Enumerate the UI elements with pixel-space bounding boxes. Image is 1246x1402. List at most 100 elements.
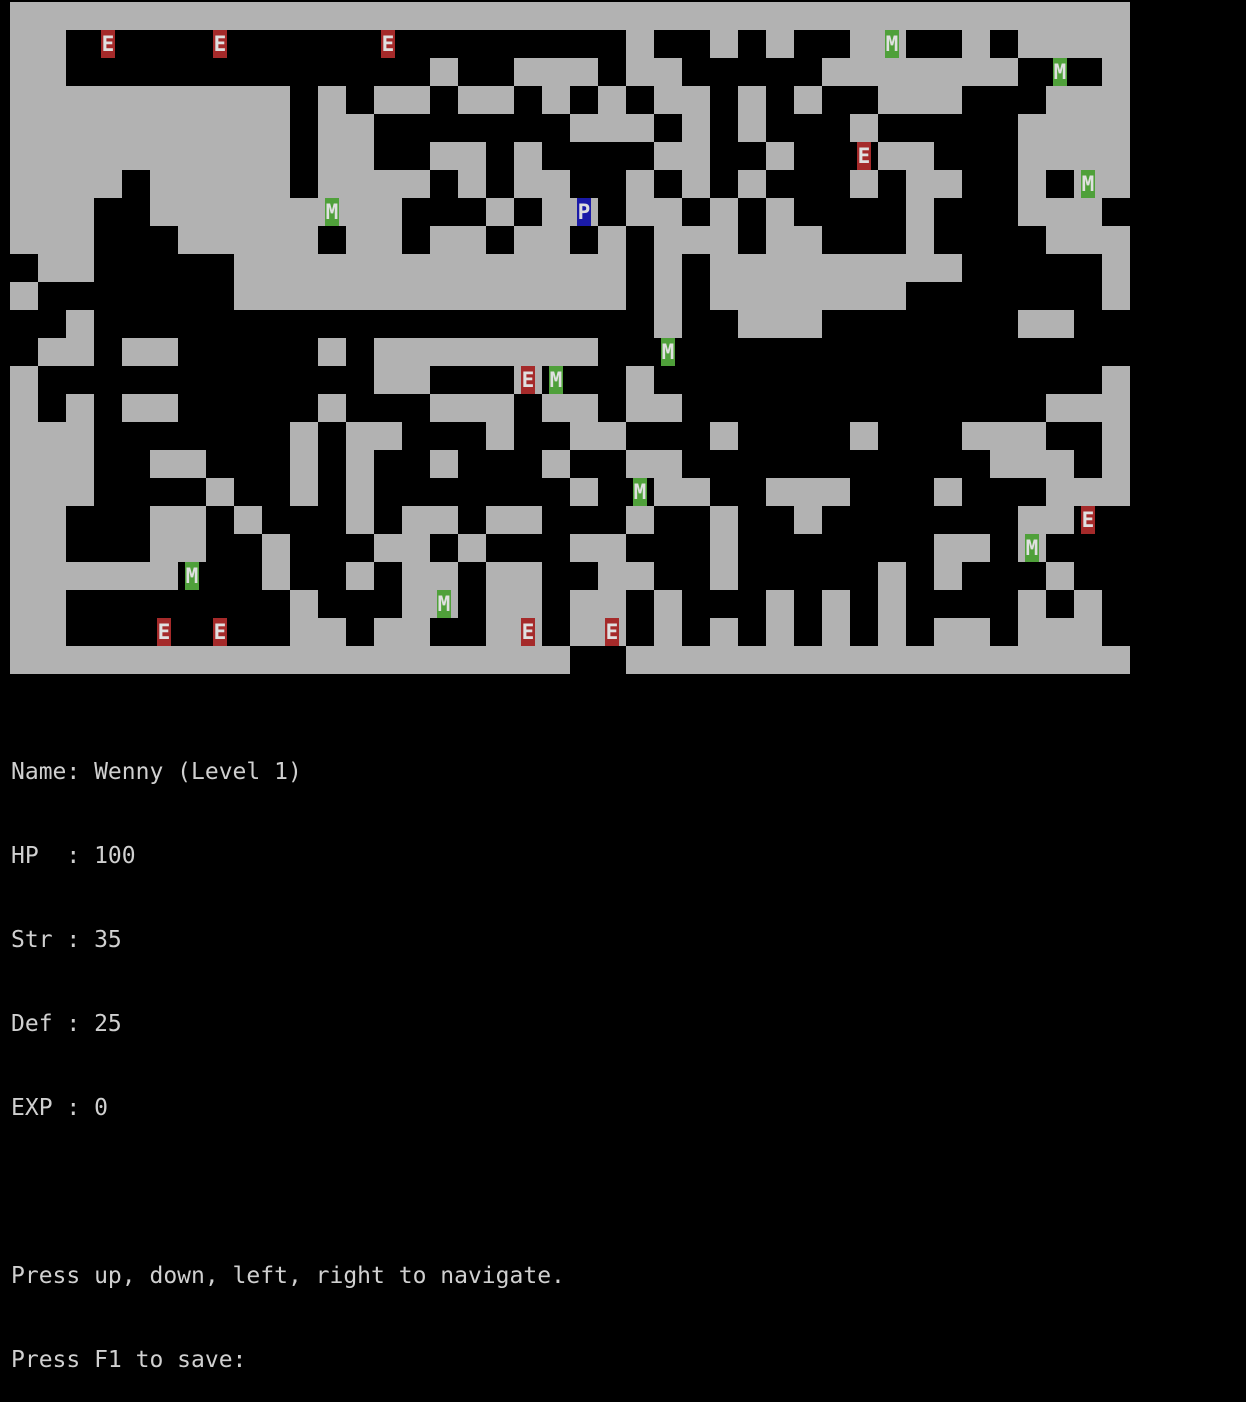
wall-tile — [10, 562, 38, 590]
wall-tile — [94, 562, 122, 590]
wall-tile — [234, 142, 262, 170]
wall-tile — [38, 170, 66, 198]
wall-tile — [906, 646, 934, 674]
wall-tile — [150, 506, 178, 534]
wall-tile — [1018, 618, 1046, 646]
wall-tile — [1046, 2, 1074, 30]
wall-tile — [878, 142, 906, 170]
wall-tile — [1046, 394, 1074, 422]
wall-tile — [934, 534, 962, 562]
wall-tile — [598, 282, 626, 310]
wall-tile — [598, 534, 626, 562]
wall-tile — [66, 2, 94, 30]
wall-tile — [906, 170, 934, 198]
wall-tile — [598, 254, 626, 282]
wall-tile — [542, 86, 570, 114]
wall-tile — [346, 142, 374, 170]
enemy-marker-glyph: E — [382, 32, 395, 56]
wall-tile — [94, 646, 122, 674]
wall-tile — [374, 86, 402, 114]
wall-tile — [178, 506, 206, 534]
wall-tile — [346, 450, 374, 478]
wall-tile — [570, 394, 598, 422]
enemy-marker-glyph: E — [1082, 508, 1095, 532]
wall-tile — [458, 646, 486, 674]
wall-tile — [710, 282, 738, 310]
wall-tile — [10, 58, 38, 86]
wall-tile — [542, 394, 570, 422]
wall-tile — [94, 170, 122, 198]
wall-tile — [710, 646, 738, 674]
wall-tile — [850, 170, 878, 198]
wall-tile — [38, 86, 66, 114]
wall-tile — [514, 58, 542, 86]
wall-tile — [38, 142, 66, 170]
wall-tile — [906, 142, 934, 170]
wall-tile — [122, 338, 150, 366]
wall-tile — [626, 506, 654, 534]
wall-tile — [10, 86, 38, 114]
wall-tile — [934, 478, 962, 506]
wall-tile — [934, 86, 962, 114]
wall-tile — [346, 282, 374, 310]
wall-tile — [458, 86, 486, 114]
monster-marker-glyph: M — [186, 564, 199, 588]
wall-tile — [514, 254, 542, 282]
enemy-marker: E — [1081, 506, 1095, 534]
wall-tile — [906, 86, 934, 114]
wall-tile — [1074, 646, 1102, 674]
wall-tile — [178, 198, 206, 226]
enemy-marker: E — [521, 618, 535, 646]
wall-tile — [234, 226, 262, 254]
wall-tile — [542, 282, 570, 310]
wall-tile — [710, 506, 738, 534]
wall-tile — [542, 646, 570, 674]
wall-tile — [38, 58, 66, 86]
wall-tile — [318, 2, 346, 30]
wall-tile — [346, 422, 374, 450]
wall-tile — [934, 170, 962, 198]
wall-tile — [682, 170, 710, 198]
wall-tile — [150, 394, 178, 422]
wall-tile — [150, 142, 178, 170]
wall-tile — [374, 282, 402, 310]
wall-tile — [122, 646, 150, 674]
wall-tile — [206, 2, 234, 30]
wall-tile — [66, 646, 94, 674]
wall-tile — [710, 618, 738, 646]
wall-tile — [794, 282, 822, 310]
wall-tile — [710, 30, 738, 58]
wall-tile — [654, 58, 682, 86]
wall-tile — [38, 254, 66, 282]
wall-tile — [990, 450, 1018, 478]
wall-tile — [1046, 646, 1074, 674]
wall-tile — [38, 506, 66, 534]
wall-tile — [766, 310, 794, 338]
wall-tile — [458, 254, 486, 282]
wall-tile — [906, 254, 934, 282]
wall-tile — [10, 618, 38, 646]
wall-tile — [626, 30, 654, 58]
wall-tile — [542, 338, 570, 366]
wall-tile — [486, 2, 514, 30]
wall-tile — [458, 2, 486, 30]
wall-tile — [822, 2, 850, 30]
wall-tile — [486, 338, 514, 366]
wall-tile — [1074, 226, 1102, 254]
wall-layer — [10, 2, 1130, 674]
wall-tile — [178, 646, 206, 674]
wall-tile — [1046, 310, 1074, 338]
wall-tile — [570, 478, 598, 506]
wall-tile — [430, 394, 458, 422]
wall-tile — [990, 2, 1018, 30]
wall-tile — [206, 142, 234, 170]
wall-tile — [206, 198, 234, 226]
wall-tile — [66, 142, 94, 170]
wall-tile — [10, 2, 38, 30]
wall-tile — [514, 562, 542, 590]
wall-tile — [1074, 590, 1102, 618]
wall-tile — [374, 534, 402, 562]
wall-tile — [1102, 478, 1130, 506]
wall-tile — [878, 86, 906, 114]
exp-line: EXP : 0 — [11, 1095, 108, 1121]
